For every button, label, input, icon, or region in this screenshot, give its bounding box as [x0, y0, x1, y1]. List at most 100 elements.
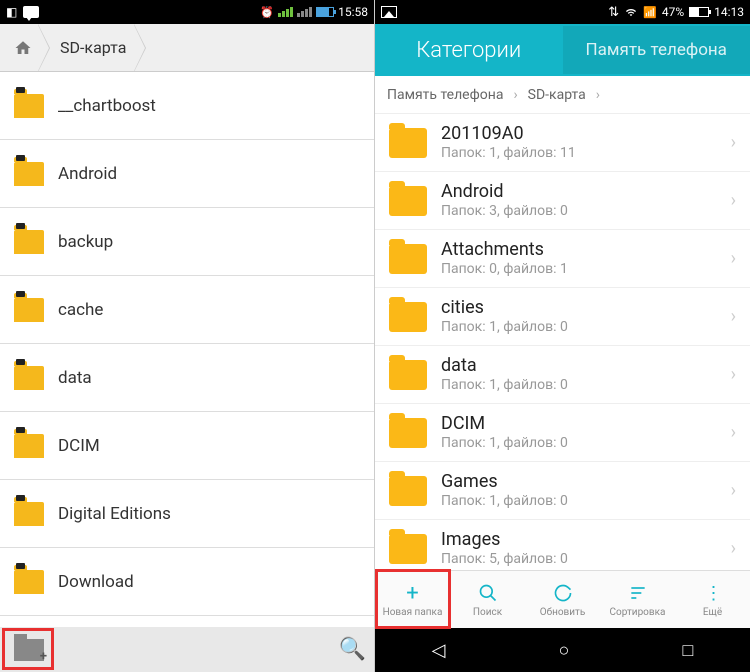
chevron-icon: ›	[731, 132, 736, 153]
folder-row[interactable]: ImagesПапок: 5, файлов: 0›	[375, 520, 750, 570]
chevron-icon	[38, 24, 50, 72]
status-bar: ⇅ 📶 47% 14:13	[375, 0, 750, 24]
back-button[interactable]: ◁	[432, 640, 446, 661]
folder-name: Images	[441, 529, 725, 551]
activity-icon: ◧	[6, 5, 17, 19]
folder-icon	[389, 418, 427, 448]
folder-row[interactable]: Digital Editions	[0, 480, 374, 548]
breadcrumb-current[interactable]: SD-карта	[52, 38, 134, 57]
chevron-icon	[134, 24, 146, 72]
more-button[interactable]: ⋮ Ещё	[675, 571, 750, 628]
sort-button[interactable]: Сортировка	[600, 571, 675, 628]
signal-icon	[278, 7, 293, 17]
search-icon	[478, 581, 498, 605]
home-icon[interactable]	[8, 33, 38, 63]
folder-icon	[14, 230, 44, 254]
folder-name: Digital Editions	[58, 504, 171, 524]
folder-icon	[389, 534, 427, 564]
breadcrumb[interactable]: SD-карта	[0, 24, 374, 72]
tab-memory[interactable]: Память телефона	[563, 26, 750, 74]
chevron-icon: ›	[731, 190, 736, 211]
folder-meta: Папок: 0, файлов: 1	[441, 261, 725, 278]
more-icon: ⋮	[705, 581, 721, 605]
folder-name: cache	[58, 300, 103, 320]
bottom-toolbar: + Новая папка Поиск Обновить Сортировка …	[375, 570, 750, 628]
folder-icon	[14, 502, 44, 526]
folder-row[interactable]: Download	[0, 548, 374, 616]
chevron-icon: ›	[731, 364, 736, 385]
home-button[interactable]: ○	[559, 640, 570, 661]
folder-icon	[389, 302, 427, 332]
plus-icon: +	[406, 581, 418, 605]
folder-meta: Папок: 1, файлов: 0	[441, 435, 725, 452]
wifi-icon: ⇅	[608, 5, 619, 20]
wifi-icon	[624, 7, 638, 18]
toolbar-label: Новая папка	[383, 607, 443, 618]
tab-categories[interactable]: Категории	[375, 24, 563, 77]
folder-name: Android	[441, 181, 725, 203]
folder-icon	[14, 570, 44, 594]
status-time: 14:13	[714, 5, 744, 19]
folder-name: 201109A0	[441, 123, 725, 145]
status-bar: ◧ ⏰ 15:58	[0, 0, 374, 24]
folder-name: Games	[441, 471, 725, 493]
signal-icon: 📶	[643, 6, 657, 19]
folder-icon	[14, 162, 44, 186]
folder-icon	[389, 186, 427, 216]
search-icon[interactable]: 🔍	[339, 637, 366, 662]
folder-name: Android	[58, 164, 117, 184]
folder-icon	[14, 94, 44, 118]
refresh-button[interactable]: Обновить	[525, 571, 600, 628]
folder-row[interactable]: 201109A0Папок: 1, файлов: 11›	[375, 114, 750, 172]
folder-row[interactable]: dataПапок: 1, файлов: 0 ›	[375, 346, 750, 404]
breadcrumb-root[interactable]: Память телефона	[387, 87, 503, 103]
folder-row[interactable]: citiesПапок: 1, файлов: 0›	[375, 288, 750, 346]
folder-icon	[14, 434, 44, 458]
alarm-icon: ⏰	[260, 6, 274, 19]
chevron-icon: ›	[513, 87, 517, 103]
folder-row[interactable]: data	[0, 344, 374, 412]
folder-list[interactable]: 201109A0Папок: 1, файлов: 11› AndroidПап…	[375, 114, 750, 570]
battery-icon	[316, 7, 334, 17]
recent-button[interactable]: □	[683, 640, 694, 661]
breadcrumb-current[interactable]: SD-карта	[528, 87, 586, 103]
chevron-icon: ›	[731, 248, 736, 269]
folder-row[interactable]: cache	[0, 276, 374, 344]
folder-icon	[389, 128, 427, 158]
folder-row[interactable]: __chartboost	[0, 72, 374, 140]
folder-meta: Папок: 3, файлов: 0	[441, 203, 725, 220]
folder-name: data	[441, 355, 725, 377]
battery-percent: 47%	[662, 5, 684, 19]
new-folder-button[interactable]: +	[14, 639, 44, 661]
signal-icon-2	[297, 7, 312, 17]
folder-icon	[14, 298, 44, 322]
breadcrumb: Память телефона › SD-карта ›	[375, 76, 750, 114]
chevron-icon: ›	[731, 538, 736, 559]
folder-name: data	[58, 368, 92, 388]
toolbar-label: Поиск	[473, 607, 502, 618]
folder-row[interactable]: Android	[0, 140, 374, 208]
toolbar-label: Обновить	[540, 607, 586, 618]
folder-name: DCIM	[58, 436, 100, 456]
folder-row[interactable]: DCIM	[0, 412, 374, 480]
folder-row[interactable]: GamesПапок: 1, файлов: 0›	[375, 462, 750, 520]
sort-icon	[628, 581, 648, 605]
folder-meta: Папок: 1, файлов: 0	[441, 377, 725, 394]
battery-icon	[689, 7, 709, 17]
sms-icon	[23, 6, 39, 18]
phone-right: ⇅ 📶 47% 14:13 Категории Память телефона …	[375, 0, 750, 672]
toolbar-label: Сортировка	[610, 607, 666, 618]
chevron-icon: ›	[596, 87, 600, 103]
folder-row[interactable]: DCIMПапок: 1, файлов: 0›	[375, 404, 750, 462]
folder-row[interactable]: AndroidПапок: 3, файлов: 0 ›	[375, 172, 750, 230]
folder-icon	[389, 244, 427, 274]
search-button[interactable]: Поиск	[450, 571, 525, 628]
folder-name: cities	[441, 297, 725, 319]
folder-name: DCIM	[441, 413, 725, 435]
folder-row[interactable]: AttachmentsПапок: 0, файлов: 1 ›	[375, 230, 750, 288]
folder-list[interactable]: __chartboost Android backup cache data D…	[0, 72, 374, 627]
new-folder-button[interactable]: + Новая папка	[375, 571, 450, 628]
folder-meta: Папок: 1, файлов: 0	[441, 319, 725, 336]
folder-row[interactable]: backup	[0, 208, 374, 276]
folder-name: Attachments	[441, 239, 725, 261]
